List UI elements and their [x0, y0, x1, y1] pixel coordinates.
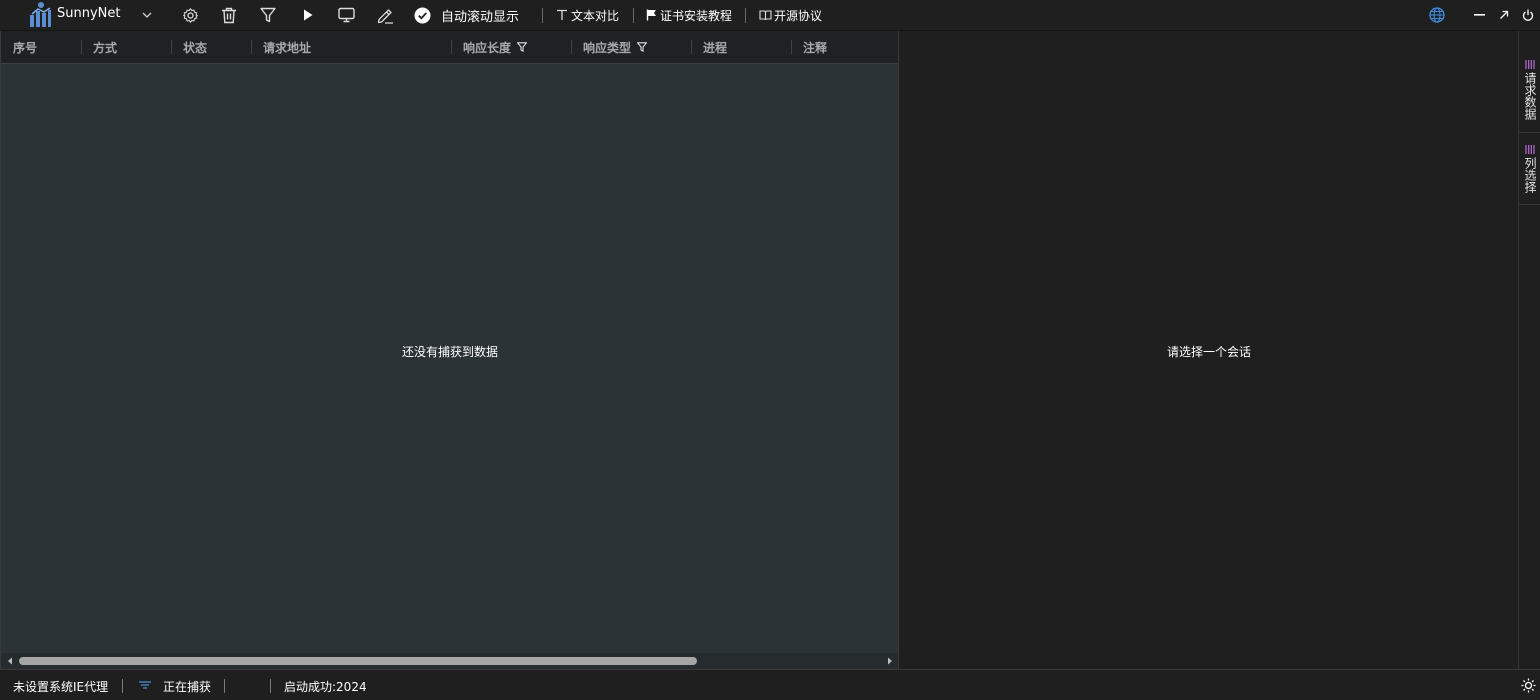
filter-icon: [260, 7, 276, 23]
chevron-down-icon: [142, 12, 152, 18]
empty-list-message: 还没有捕获到数据: [401, 345, 498, 359]
filter-button[interactable]: [256, 0, 280, 30]
filter-lines-icon: [139, 681, 151, 689]
session-detail-panel: 请选择一个会话: [898, 31, 1518, 669]
column-divider[interactable]: [571, 40, 572, 54]
top-toolbar: SunnyNet 自动滚动显示 文本对比 证书安装教程 开源协议: [0, 0, 1540, 31]
toolbar-divider: [542, 8, 543, 23]
book-icon: [759, 9, 772, 20]
status-divider: [122, 679, 123, 693]
globe-icon: [1429, 7, 1445, 23]
column-filter-icon[interactable]: [637, 42, 648, 52]
minimize-icon: [1473, 14, 1485, 16]
status-bar: 未设置系统IE代理 正在捕获 启动成功:2024: [0, 669, 1540, 700]
column-divider[interactable]: [251, 40, 252, 54]
flag-icon: [646, 9, 656, 21]
pencil-icon: [377, 8, 393, 24]
sunnynet-logo-icon: [30, 2, 51, 27]
column-header-process[interactable]: 进程: [703, 31, 727, 63]
side-tab-request-data[interactable]: 请求数据: [1519, 54, 1540, 133]
column-header-response-type[interactable]: 响应类型: [583, 31, 648, 63]
column-header-index[interactable]: 序号: [13, 31, 37, 63]
session-list-panel: 序号 方式 状态 请求地址 响应长度 响应类型 进程 注释 还没有捕获到数据: [0, 31, 899, 669]
app-menu-button[interactable]: [137, 0, 157, 30]
empty-detail-message: 请选择一个会话: [1166, 345, 1251, 359]
horizontal-scrollbar[interactable]: [1, 653, 899, 669]
capture-status-text[interactable]: 正在捕获: [163, 678, 211, 695]
open-source-label: 开源协议: [774, 8, 823, 23]
gear-icon: [182, 7, 198, 23]
side-tab-strip: 请求数据 列选择: [1518, 31, 1540, 669]
monitor-icon: [337, 7, 355, 23]
monitor-button[interactable]: [334, 0, 358, 30]
table-header: 序号 方式 状态 请求地址 响应长度 响应类型 进程 注释: [1, 31, 899, 64]
toolbar-divider: [633, 8, 634, 23]
settings-button[interactable]: [178, 0, 202, 30]
trash-icon: [222, 7, 236, 23]
play-icon: [304, 9, 313, 21]
scroll-right-arrow-icon[interactable]: [885, 656, 895, 666]
auto-scroll-toggle[interactable]: 自动滚动显示: [414, 0, 528, 30]
minimize-button[interactable]: [1467, 0, 1491, 30]
column-header-note[interactable]: 注释: [803, 31, 827, 63]
open-source-button[interactable]: 开源协议: [759, 0, 825, 30]
check-circle-icon: [414, 7, 431, 23]
start-capture-button[interactable]: [296, 0, 320, 30]
column-divider[interactable]: [81, 40, 82, 54]
cert-tutorial-label: 证书安装教程: [660, 8, 733, 23]
cert-tutorial-button[interactable]: 证书安装教程: [646, 0, 736, 30]
status-divider: [224, 679, 225, 693]
expand-arrow-icon: [1500, 10, 1509, 19]
column-divider[interactable]: [171, 40, 172, 54]
proxy-status-text[interactable]: 未设置系统IE代理: [13, 678, 108, 695]
brightness-icon[interactable]: [1521, 678, 1536, 693]
column-header-response-length[interactable]: 响应长度: [463, 31, 528, 63]
column-filter-icon[interactable]: [517, 42, 528, 52]
column-divider[interactable]: [791, 40, 792, 54]
columns-icon: [1525, 60, 1535, 69]
column-header-url[interactable]: 请求地址: [263, 31, 311, 63]
column-divider[interactable]: [451, 40, 452, 54]
edit-button[interactable]: [373, 0, 397, 30]
language-button[interactable]: [1425, 0, 1449, 30]
startup-status-text: 启动成功:2024: [284, 680, 367, 694]
close-button[interactable]: [1516, 0, 1540, 30]
text-compare-label: 文本对比: [571, 8, 620, 23]
clear-button[interactable]: [217, 0, 241, 30]
column-divider[interactable]: [691, 40, 692, 54]
text-icon: [557, 9, 567, 20]
auto-scroll-label: 自动滚动显示: [441, 9, 520, 25]
app-name: SunnyNet: [57, 6, 121, 21]
status-divider: [270, 679, 271, 693]
scrollbar-thumb[interactable]: [19, 657, 697, 665]
power-icon: [1522, 9, 1534, 21]
side-tab-column-select[interactable]: 列选择: [1519, 139, 1540, 205]
column-header-status[interactable]: 状态: [183, 31, 207, 63]
column-header-method[interactable]: 方式: [93, 31, 117, 63]
columns-icon: [1525, 145, 1535, 154]
maximize-button[interactable]: [1492, 0, 1516, 30]
toolbar-divider: [745, 8, 746, 23]
side-tab-label: 请求数据: [1523, 72, 1537, 120]
text-compare-button[interactable]: 文本对比: [556, 0, 624, 30]
side-tab-label: 列选择: [1523, 157, 1537, 193]
scroll-left-arrow-icon[interactable]: [5, 656, 15, 666]
